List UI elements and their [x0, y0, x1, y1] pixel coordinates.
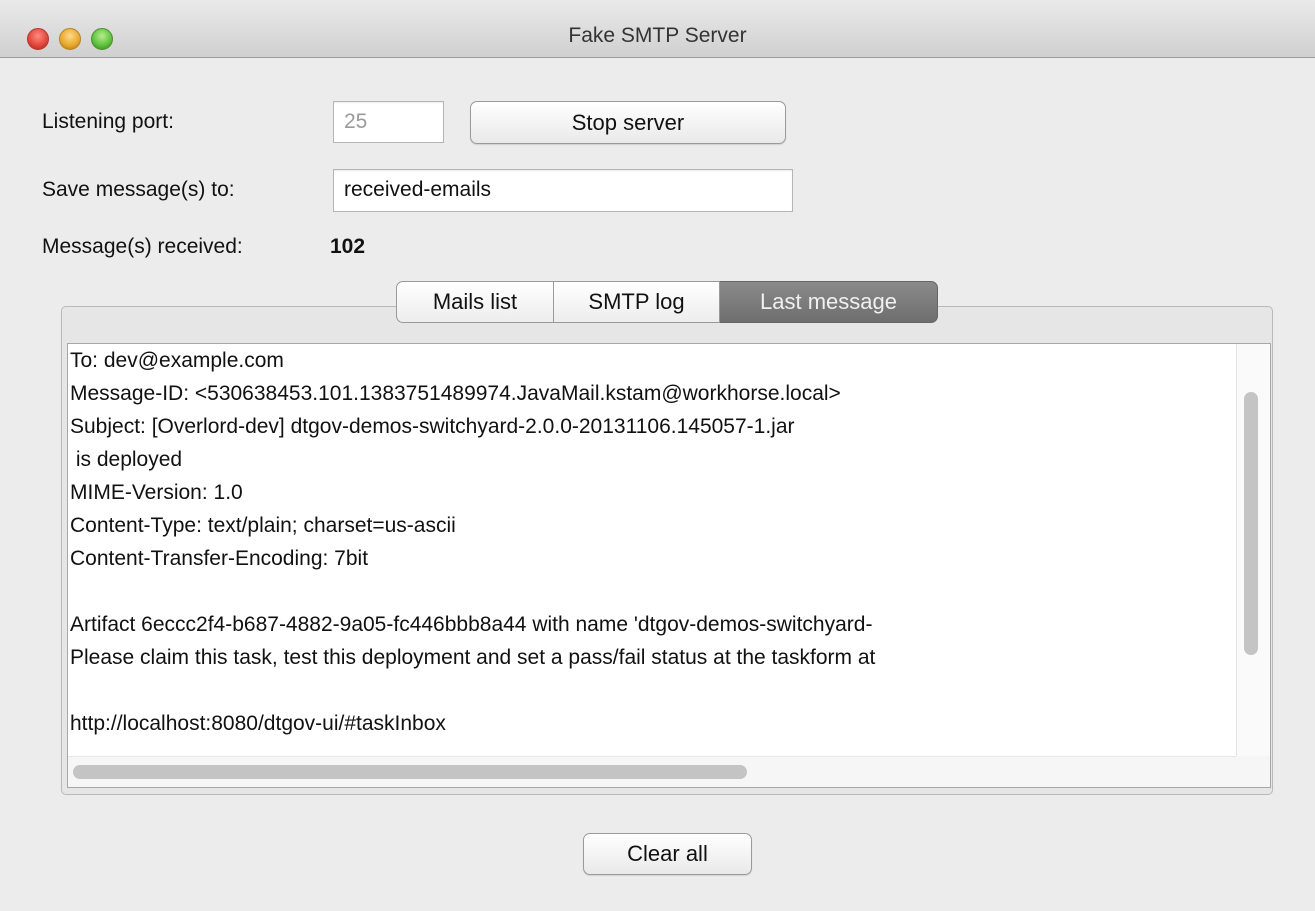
- save-directory-field[interactable]: received-emails: [333, 169, 793, 212]
- message-line: Content-Type: text/plain; charset=us-asc…: [70, 514, 456, 537]
- clear-all-button[interactable]: Clear all: [583, 833, 752, 875]
- stop-server-button[interactable]: Stop server: [470, 101, 786, 144]
- message-line: Content-Transfer-Encoding: 7bit: [70, 547, 369, 570]
- vertical-scroll-thumb[interactable]: [1244, 392, 1258, 655]
- title-bar: Fake SMTP Server: [0, 0, 1315, 58]
- message-line: MIME-Version: 1.0: [70, 481, 243, 504]
- scrollbar-corner: [1236, 756, 1270, 787]
- horizontal-scrollbar[interactable]: [68, 756, 1236, 787]
- tab-bar: Mails list SMTP log Last message: [396, 281, 938, 323]
- message-line: is deployed: [70, 448, 183, 471]
- tab-mails-list[interactable]: Mails list: [396, 281, 554, 323]
- vertical-scrollbar[interactable]: [1236, 344, 1270, 756]
- window-title: Fake SMTP Server: [568, 24, 747, 47]
- message-line: Please claim this task, test this deploy…: [70, 646, 876, 669]
- listening-port-label: Listening port:: [42, 110, 174, 133]
- message-text[interactable]: To: dev@example.com Message-ID: <5306384…: [68, 346, 1236, 756]
- messages-received-label: Message(s) received:: [42, 235, 243, 258]
- save-messages-label: Save message(s) to:: [42, 178, 235, 201]
- messages-received-count: 102: [330, 235, 366, 258]
- app-window: Fake SMTP Server Listening port: 25 Stop…: [0, 0, 1315, 911]
- last-message-view[interactable]: To: dev@example.com Message-ID: <5306384…: [67, 343, 1271, 788]
- message-line: Subject: [Overlord-dev] dtgov-demos-swit…: [70, 415, 795, 438]
- tab-last-message[interactable]: Last message: [720, 281, 938, 323]
- listening-port-field[interactable]: 25: [333, 101, 444, 143]
- tab-smtp-log[interactable]: SMTP log: [554, 281, 720, 323]
- message-line: http://localhost:8080/dtgov-ui/#taskInbo…: [70, 712, 446, 735]
- message-line: Message-ID: <530638453.101.1383751489974…: [70, 382, 841, 405]
- message-line: Artifact 6eccc2f4-b687-4882-9a05-fc446bb…: [70, 613, 873, 636]
- horizontal-scroll-thumb[interactable]: [73, 765, 747, 779]
- message-line: To: dev@example.com: [70, 349, 284, 372]
